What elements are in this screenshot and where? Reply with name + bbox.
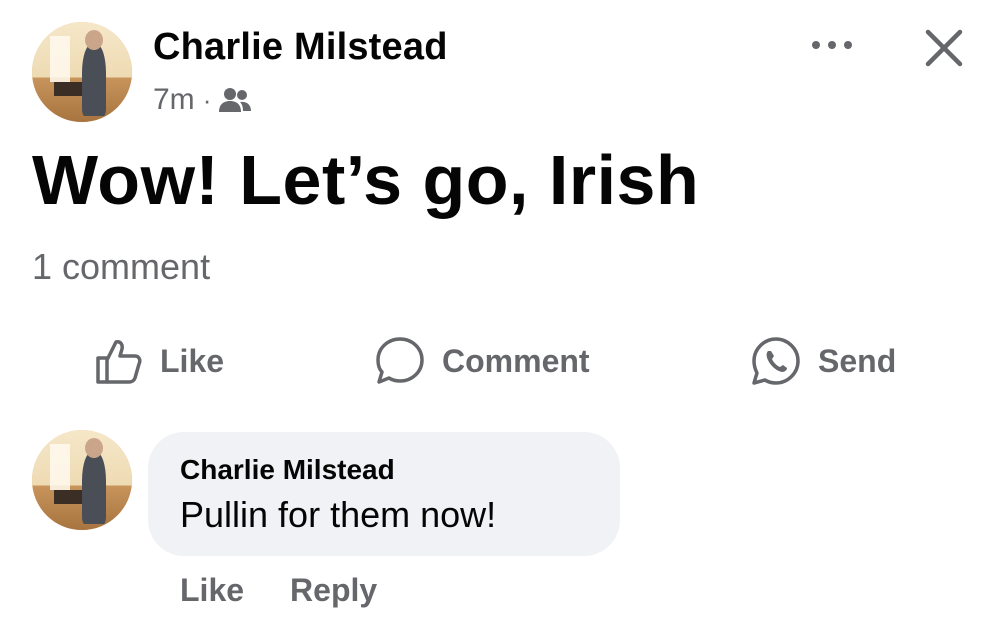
more-horizontal-icon xyxy=(812,41,852,49)
avatar-photo-head xyxy=(85,30,103,50)
avatar-photo-table xyxy=(54,82,84,96)
comment-label: Comment xyxy=(442,342,590,379)
avatar-photo-window xyxy=(50,444,70,490)
like-label: Like xyxy=(160,342,225,379)
post-meta: 7m · xyxy=(153,83,252,117)
post-action-bar: Like Comment Send xyxy=(0,326,1000,396)
comment-button[interactable]: Comment xyxy=(374,326,590,396)
send-label: Send xyxy=(818,342,897,379)
send-button[interactable]: Send xyxy=(750,326,896,396)
post-author-avatar[interactable] xyxy=(32,22,132,122)
close-icon xyxy=(925,29,963,67)
avatar-photo-person xyxy=(82,44,106,116)
avatar-photo-window xyxy=(50,36,70,82)
more-options-button[interactable] xyxy=(808,30,856,60)
comment-reply-button[interactable]: Reply xyxy=(290,572,377,609)
post-text: Wow! Let’s go, Irish xyxy=(32,141,700,219)
like-button[interactable]: Like xyxy=(94,326,224,396)
avatar-photo-head xyxy=(85,438,103,458)
post-author-name[interactable]: Charlie Milstead xyxy=(153,26,448,69)
comment-like-button[interactable]: Like xyxy=(180,572,244,609)
comment-author-name[interactable]: Charlie Milstead xyxy=(180,454,395,486)
post-timestamp[interactable]: 7m xyxy=(153,83,195,117)
close-button[interactable] xyxy=(920,24,968,72)
meta-separator: · xyxy=(202,84,212,115)
comment-author-avatar[interactable] xyxy=(32,430,132,530)
comment-actions: Like Reply xyxy=(180,572,377,609)
comment-text: Pullin for them now! xyxy=(180,494,497,535)
comment-count-link[interactable]: 1 comment xyxy=(32,246,210,288)
comment-bubble-icon xyxy=(376,337,424,384)
whatsapp-icon xyxy=(752,337,800,385)
thumbs-up-icon xyxy=(96,340,142,384)
comment-bubble[interactable]: Charlie Milstead Pullin for them now! xyxy=(148,432,620,556)
friends-icon[interactable] xyxy=(219,86,252,114)
avatar-photo-table xyxy=(54,490,84,504)
avatar-photo-person xyxy=(82,452,106,524)
